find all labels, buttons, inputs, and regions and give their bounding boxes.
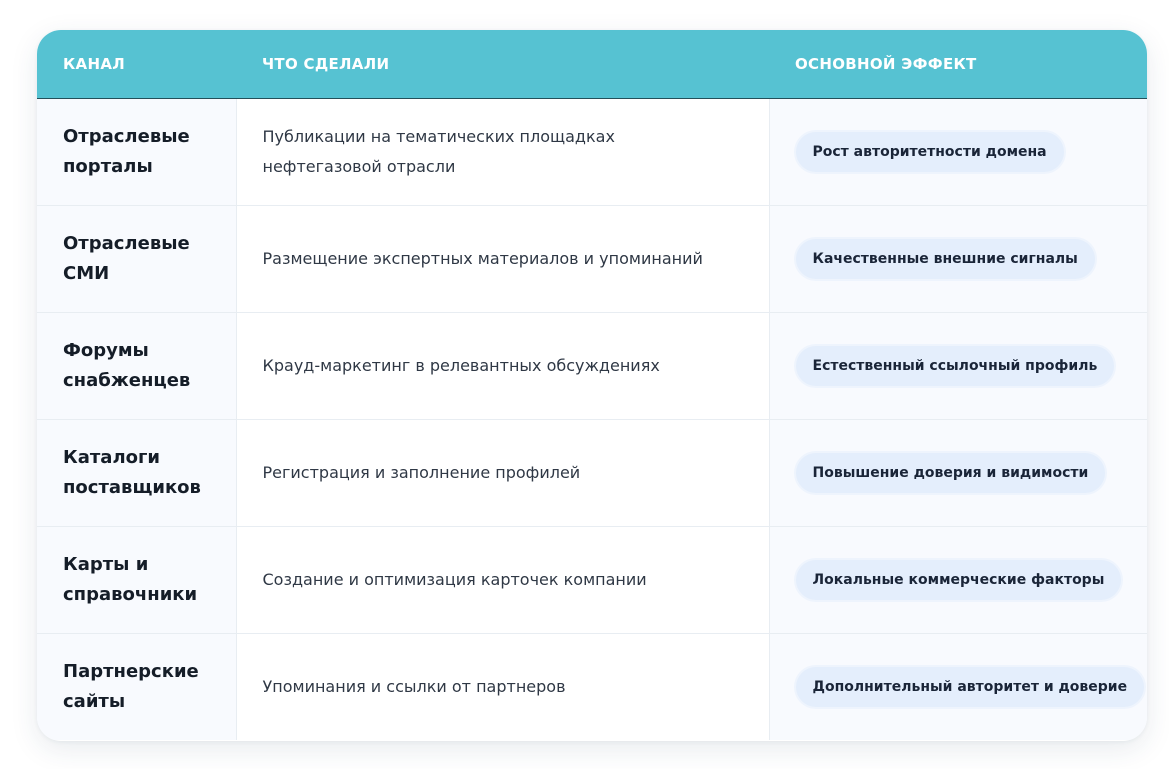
effect-cell: Естественный ссылочный профиль [769, 312, 1147, 420]
table-row: Карты и справочники Создание и оптимизац… [37, 526, 1147, 634]
action-text: Упоминания и ссылки от партнеров [262, 676, 566, 696]
channel-label: Отраслевые СМИ [63, 232, 190, 284]
effect-cell: Локальные коммерческие факторы [769, 526, 1147, 634]
channel-label: Каталоги поставщиков [63, 446, 201, 498]
action-text: Крауд-маркетинг в релевантных обсуждения… [262, 355, 660, 375]
table-row: Каталоги поставщиков Регистрация и запол… [37, 419, 1147, 527]
effect-cell: Дополнительный авторитет и доверие [769, 633, 1147, 740]
table-header-row: КАНАЛ ЧТО СДЕЛАЛИ ОСНОВНОЙ ЭФФЕКТ [37, 30, 1147, 99]
effect-cell: Качественные внешние сигналы [769, 205, 1147, 313]
channel-label: Отраслевые порталы [63, 125, 190, 177]
table-row: Отраслевые порталы Публикации на тематич… [37, 98, 1147, 206]
channels-table: КАНАЛ ЧТО СДЕЛАЛИ ОСНОВНОЙ ЭФФЕКТ Отрасл… [37, 30, 1147, 740]
effect-badge: Рост авторитетности домена [795, 131, 1064, 172]
action-text: Регистрация и заполнение профилей [262, 462, 581, 482]
action-text: Создание и оптимизация карточек компании [262, 569, 647, 589]
channel-cell: Каталоги поставщиков [37, 419, 237, 527]
channels-table-card: КАНАЛ ЧТО СДЕЛАЛИ ОСНОВНОЙ ЭФФЕКТ Отрасл… [37, 30, 1147, 741]
channel-cell: Партнерские сайты [37, 633, 237, 740]
channel-cell: Отраслевые порталы [37, 98, 237, 206]
channel-label: Форумы снабженцев [63, 339, 191, 391]
header-action: ЧТО СДЕЛАЛИ [236, 30, 769, 99]
effect-badge: Естественный ссылочный профиль [795, 345, 1115, 386]
table-row: Партнерские сайты Упоминания и ссылки от… [37, 633, 1147, 740]
effect-cell: Рост авторитетности домена [769, 98, 1147, 206]
action-text: Публикации на тематических площадках неф… [262, 126, 615, 176]
effect-badge: Локальные коммерческие факторы [795, 559, 1122, 600]
channel-label: Партнерские сайты [63, 660, 199, 712]
action-cell: Создание и оптимизация карточек компании [236, 526, 770, 634]
channel-cell: Форумы снабженцев [37, 312, 237, 420]
action-cell: Размещение экспертных материалов и упоми… [236, 205, 770, 313]
action-cell: Упоминания и ссылки от партнеров [236, 633, 770, 740]
action-text: Размещение экспертных материалов и упоми… [262, 248, 703, 268]
header-channel: КАНАЛ [37, 30, 236, 99]
table-row: Форумы снабженцев Крауд-маркетинг в реле… [37, 312, 1147, 420]
channel-label: Карты и справочники [63, 553, 198, 605]
action-cell: Крауд-маркетинг в релевантных обсуждения… [236, 312, 770, 420]
header-effect: ОСНОВНОЙ ЭФФЕКТ [769, 30, 1147, 99]
action-cell: Регистрация и заполнение профилей [236, 419, 770, 527]
table-row: Отраслевые СМИ Размещение экспертных мат… [37, 205, 1147, 313]
effect-badge: Повышение доверия и видимости [795, 452, 1106, 493]
effect-badge: Дополнительный авторитет и доверие [795, 666, 1145, 707]
channel-cell: Отраслевые СМИ [37, 205, 237, 313]
effect-cell: Повышение доверия и видимости [769, 419, 1147, 527]
channel-cell: Карты и справочники [37, 526, 237, 634]
effect-badge: Качественные внешние сигналы [795, 238, 1095, 279]
action-cell: Публикации на тематических площадках неф… [236, 98, 770, 206]
